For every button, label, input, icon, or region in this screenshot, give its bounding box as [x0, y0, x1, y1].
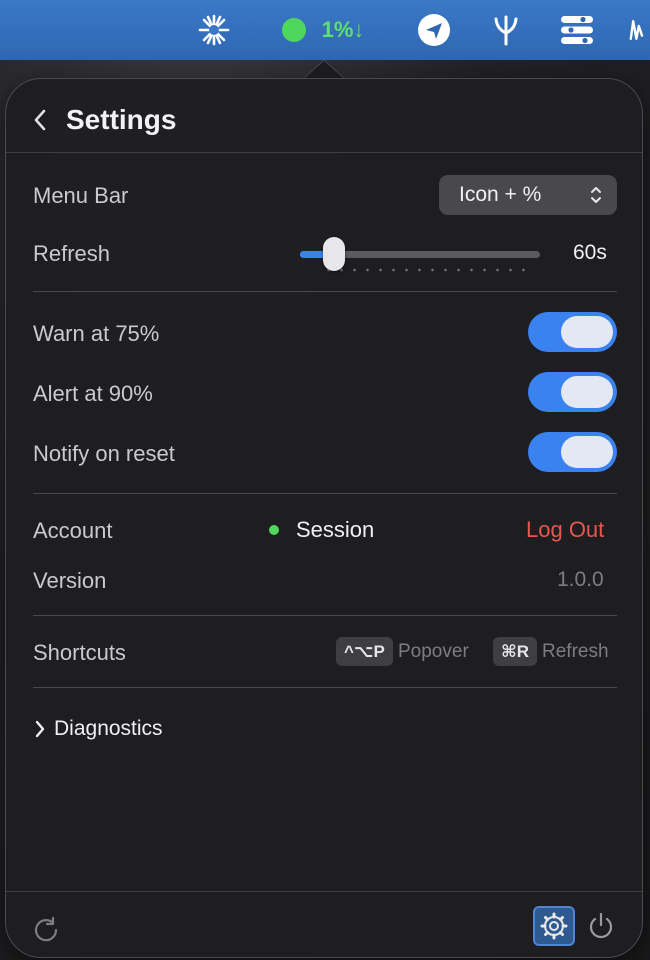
branch-icon[interactable]	[484, 0, 528, 60]
refresh-slider[interactable]	[300, 235, 542, 275]
divider	[33, 687, 617, 688]
back-chevron-icon[interactable]	[32, 109, 48, 131]
refresh-value: 60s	[573, 241, 607, 264]
menu-bar-select-value: Icon + %	[459, 183, 542, 206]
settings-popover: Settings Menu Bar Icon + % Refresh 60s W…	[5, 78, 643, 958]
refresh-shortcut-label: Refresh	[542, 641, 609, 662]
footer-divider	[6, 891, 642, 892]
page-title: Settings	[66, 104, 177, 135]
divider	[33, 493, 617, 494]
menu-bar-select[interactable]: Icon + %	[439, 175, 617, 215]
diagnostics-disclosure[interactable]: Diagnostics	[34, 717, 163, 741]
power-icon[interactable]	[586, 911, 616, 941]
popover-arrow	[302, 60, 346, 80]
account-label: Account	[33, 518, 113, 543]
paper-plane-icon[interactable]	[412, 0, 456, 60]
popover-shortcut-key: ^⌥P	[336, 637, 393, 666]
session-status-dot	[269, 525, 279, 535]
status-dot-icon	[281, 18, 306, 42]
refresh-shortcut-key: ⌘R	[493, 637, 538, 666]
divider	[33, 291, 617, 292]
menu-bar: 1%↓	[0, 0, 650, 60]
gear-icon	[540, 912, 568, 940]
diagnostics-label: Diagnostics	[54, 717, 163, 740]
warn-toggle[interactable]	[528, 312, 617, 352]
settings-button[interactable]	[533, 906, 575, 946]
updown-chevron-icon	[591, 187, 601, 203]
toggle-knob	[561, 316, 613, 348]
refresh-icon[interactable]	[32, 915, 60, 943]
shortcuts-label: Shortcuts	[33, 640, 126, 665]
slider-knob[interactable]	[323, 237, 345, 271]
notify-label: Notify on reset	[33, 441, 175, 466]
menu-bar-label: Menu Bar	[33, 183, 129, 208]
warn-label: Warn at 75%	[33, 321, 160, 346]
usage-status-item[interactable]: 1%↓	[268, 0, 378, 60]
usage-status-text: 1%↓	[321, 17, 365, 42]
log-out-button[interactable]: Log Out	[526, 517, 604, 543]
toggle-knob	[561, 376, 613, 408]
chevron-right-icon	[35, 720, 45, 738]
alert-label: Alert at 90%	[33, 381, 153, 406]
alert-toggle[interactable]	[528, 372, 617, 412]
version-value: 1.0.0	[557, 568, 604, 591]
toggle-knob	[561, 436, 613, 468]
version-label: Version	[33, 568, 107, 593]
waveform-icon[interactable]	[626, 0, 650, 60]
notify-toggle[interactable]	[528, 432, 617, 472]
popover-shortcut-label: Popover	[398, 641, 469, 662]
slider-ticks	[322, 268, 532, 272]
session-status: Session	[296, 517, 375, 542]
asterisk-icon[interactable]	[192, 0, 236, 60]
refresh-label: Refresh	[33, 241, 111, 266]
divider	[33, 615, 617, 616]
popover-header: Settings	[6, 79, 642, 153]
toggles-icon[interactable]	[555, 0, 599, 60]
